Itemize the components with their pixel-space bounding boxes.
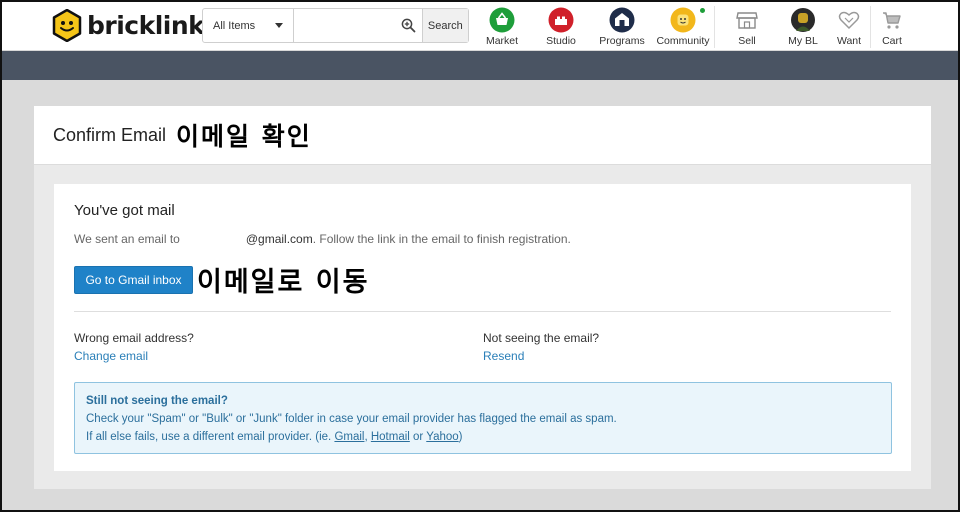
yahoo-link[interactable]: Yahoo bbox=[426, 431, 458, 443]
caret-down-icon bbox=[275, 23, 283, 28]
not-seeing-question: Not seeing the email? bbox=[483, 331, 600, 345]
nav-community[interactable]: Community bbox=[656, 7, 710, 47]
confirm-email-panel: Confirm Email 이메일 확인 You've got mail We … bbox=[34, 106, 931, 489]
notice-title: Still not seeing the email? bbox=[86, 395, 228, 407]
wrong-email-question: Wrong email address? bbox=[74, 331, 194, 345]
brand-name: bricklink bbox=[87, 10, 205, 40]
provider-sep: or bbox=[409, 431, 427, 443]
nav-divider bbox=[870, 6, 871, 48]
storefront-icon bbox=[734, 7, 760, 33]
cart-icon bbox=[879, 7, 905, 33]
brick-icon bbox=[548, 7, 574, 33]
go-to-gmail-button[interactable]: Go to Gmail inbox bbox=[74, 266, 193, 294]
title-annotation: 이메일 확인 bbox=[176, 122, 312, 151]
nav-community-label: Community bbox=[656, 35, 710, 47]
sent-prefix: We sent an email to bbox=[74, 232, 180, 246]
notice-spam-line: Check your "Spam" or "Bulk" or "Junk" fo… bbox=[86, 413, 617, 425]
basket-icon bbox=[489, 7, 515, 33]
nav-cart-label: Cart bbox=[882, 35, 902, 47]
nav-market-label: Market bbox=[485, 35, 519, 47]
category-dropdown-value: All Items bbox=[213, 19, 256, 32]
brick-logo-icon bbox=[52, 8, 82, 42]
search-input[interactable] bbox=[294, 9, 396, 42]
notice-provider-line: If all else fails, use a different email… bbox=[86, 428, 880, 446]
search-bar: All Items Search bbox=[202, 8, 469, 43]
section-divider bbox=[74, 311, 891, 312]
zoom-in-icon[interactable] bbox=[396, 9, 422, 42]
nav-sell[interactable]: Sell bbox=[735, 7, 759, 47]
avatar bbox=[790, 7, 816, 33]
nav-programs-label: Programs bbox=[599, 35, 645, 47]
nav-divider bbox=[714, 6, 715, 48]
mail-heading: You've got mail bbox=[74, 202, 175, 219]
nav-want[interactable]: Want bbox=[836, 7, 862, 47]
bricklink-logo[interactable]: bricklink bbox=[52, 8, 205, 42]
nav-market[interactable]: Market bbox=[485, 7, 519, 47]
provider-line-prefix: If all else fails, use a different email… bbox=[86, 431, 335, 443]
search-button[interactable]: Search bbox=[421, 9, 468, 42]
nav-studio-label: Studio bbox=[546, 35, 576, 47]
hotmail-link[interactable]: Hotmail bbox=[371, 431, 410, 443]
nav-want-label: Want bbox=[836, 35, 862, 47]
page-header: Confirm Email 이메일 확인 bbox=[34, 106, 931, 165]
spam-notice: Still not seeing the email? Check your "… bbox=[74, 382, 892, 454]
mail-sent-card: You've got mail We sent an email to @gmai… bbox=[54, 184, 911, 471]
page-title: Confirm Email bbox=[53, 124, 167, 145]
gmail-annotation: 이메일로 이동 bbox=[197, 267, 370, 298]
house-brick-icon bbox=[609, 7, 635, 33]
nav-programs[interactable]: Programs bbox=[599, 7, 645, 47]
provider-line-suffix: ) bbox=[458, 431, 463, 443]
nav-sell-label: Sell bbox=[738, 35, 756, 47]
resend-link[interactable]: Resend bbox=[483, 349, 524, 363]
nav-studio[interactable]: Studio bbox=[546, 7, 576, 47]
change-email-link[interactable]: Change email bbox=[74, 349, 148, 363]
category-dropdown[interactable]: All Items bbox=[203, 9, 294, 42]
notification-dot bbox=[700, 8, 705, 13]
sent-suffix: . Follow the link in the email to finish… bbox=[312, 232, 571, 246]
gmail-link[interactable]: Gmail bbox=[334, 431, 364, 443]
email-domain: @gmail.com bbox=[245, 232, 313, 246]
secondary-nav-bar bbox=[2, 51, 958, 80]
minifig-face-icon bbox=[670, 7, 696, 33]
browser-viewport: bricklink All Items Search Market Studio… bbox=[0, 0, 960, 512]
heart-icon bbox=[836, 7, 862, 33]
nav-my-bl[interactable]: My BL bbox=[788, 7, 818, 47]
nav-cart[interactable]: Cart bbox=[879, 7, 905, 47]
sent-message: We sent an email to @gmail.com. Follow th… bbox=[74, 232, 571, 246]
top-navigation: bricklink All Items Search Market Studio… bbox=[2, 2, 958, 51]
nav-my-bl-label: My BL bbox=[788, 35, 818, 47]
